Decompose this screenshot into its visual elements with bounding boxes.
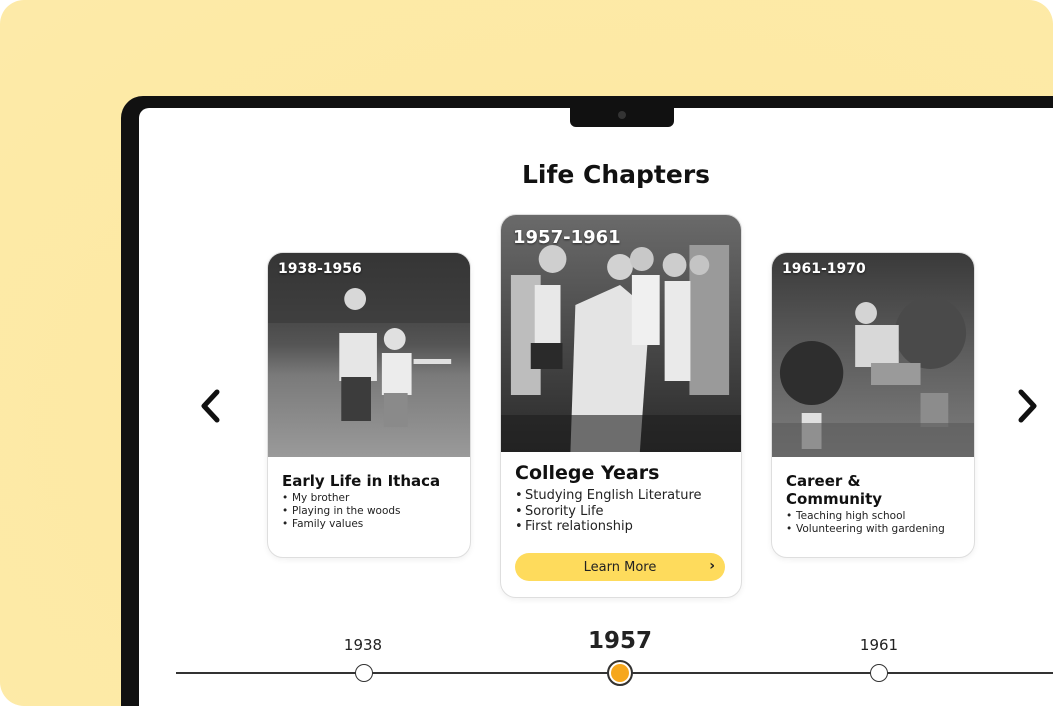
page-title: Life Chapters (521, 160, 711, 189)
chapter-card-early-life[interactable]: 1938-1956 Early Life in Ithaca My brothe… (267, 252, 471, 558)
prev-arrow-button[interactable] (196, 386, 226, 426)
list-item: First relationship (515, 519, 727, 535)
chapter-photo: 1961-1970 (772, 253, 974, 457)
list-item: Playing in the woods (282, 505, 456, 518)
chapter-card-college-years[interactable]: 1957-1961 College Years Studying English… (500, 214, 742, 598)
chevron-left-icon (201, 389, 220, 423)
timeline-dot-active[interactable] (607, 660, 633, 686)
card-bullet-list: My brother Playing in the woods Family v… (282, 492, 456, 531)
card-title: College Years (515, 462, 660, 484)
next-arrow-button[interactable] (1012, 386, 1042, 426)
camera-notch (570, 104, 674, 127)
timeline-dot[interactable] (870, 664, 888, 682)
card-bullet-list: Studying English Literature Sorority Lif… (515, 488, 727, 535)
list-item: My brother (282, 492, 456, 505)
chevron-right-icon: › (709, 558, 715, 574)
card-bullet-list: Teaching high school Volunteering with g… (786, 510, 960, 536)
timeline-dot[interactable] (355, 664, 373, 682)
list-item: Studying English Literature (515, 488, 727, 504)
list-item: Volunteering with gardening (786, 523, 960, 536)
timeline-year-label: 1938 (343, 636, 383, 654)
learn-more-button[interactable]: Learn More › (515, 553, 725, 581)
learn-more-label: Learn More (583, 559, 657, 575)
chevron-right-icon (1018, 389, 1037, 423)
list-item: Sorority Life (515, 504, 727, 520)
timeline-year-label-active: 1957 (587, 628, 652, 654)
camera-icon (618, 111, 626, 119)
timeline-year-label: 1961 (859, 636, 899, 654)
card-title: Early Life in Ithaca (282, 472, 441, 490)
chapter-card-career-community[interactable]: 1961-1970 Career & Community Teaching hi… (771, 252, 975, 558)
year-range-label: 1938-1956 (278, 261, 362, 277)
list-item: Teaching high school (786, 510, 960, 523)
list-item: Family values (282, 518, 456, 531)
year-range-label: 1957-1961 (513, 227, 621, 248)
year-range-label: 1961-1970 (782, 261, 866, 277)
card-title: Career & Community (786, 472, 883, 508)
chapter-photo: 1957-1961 (501, 215, 741, 452)
chapter-photo: 1938-1956 (268, 253, 470, 457)
